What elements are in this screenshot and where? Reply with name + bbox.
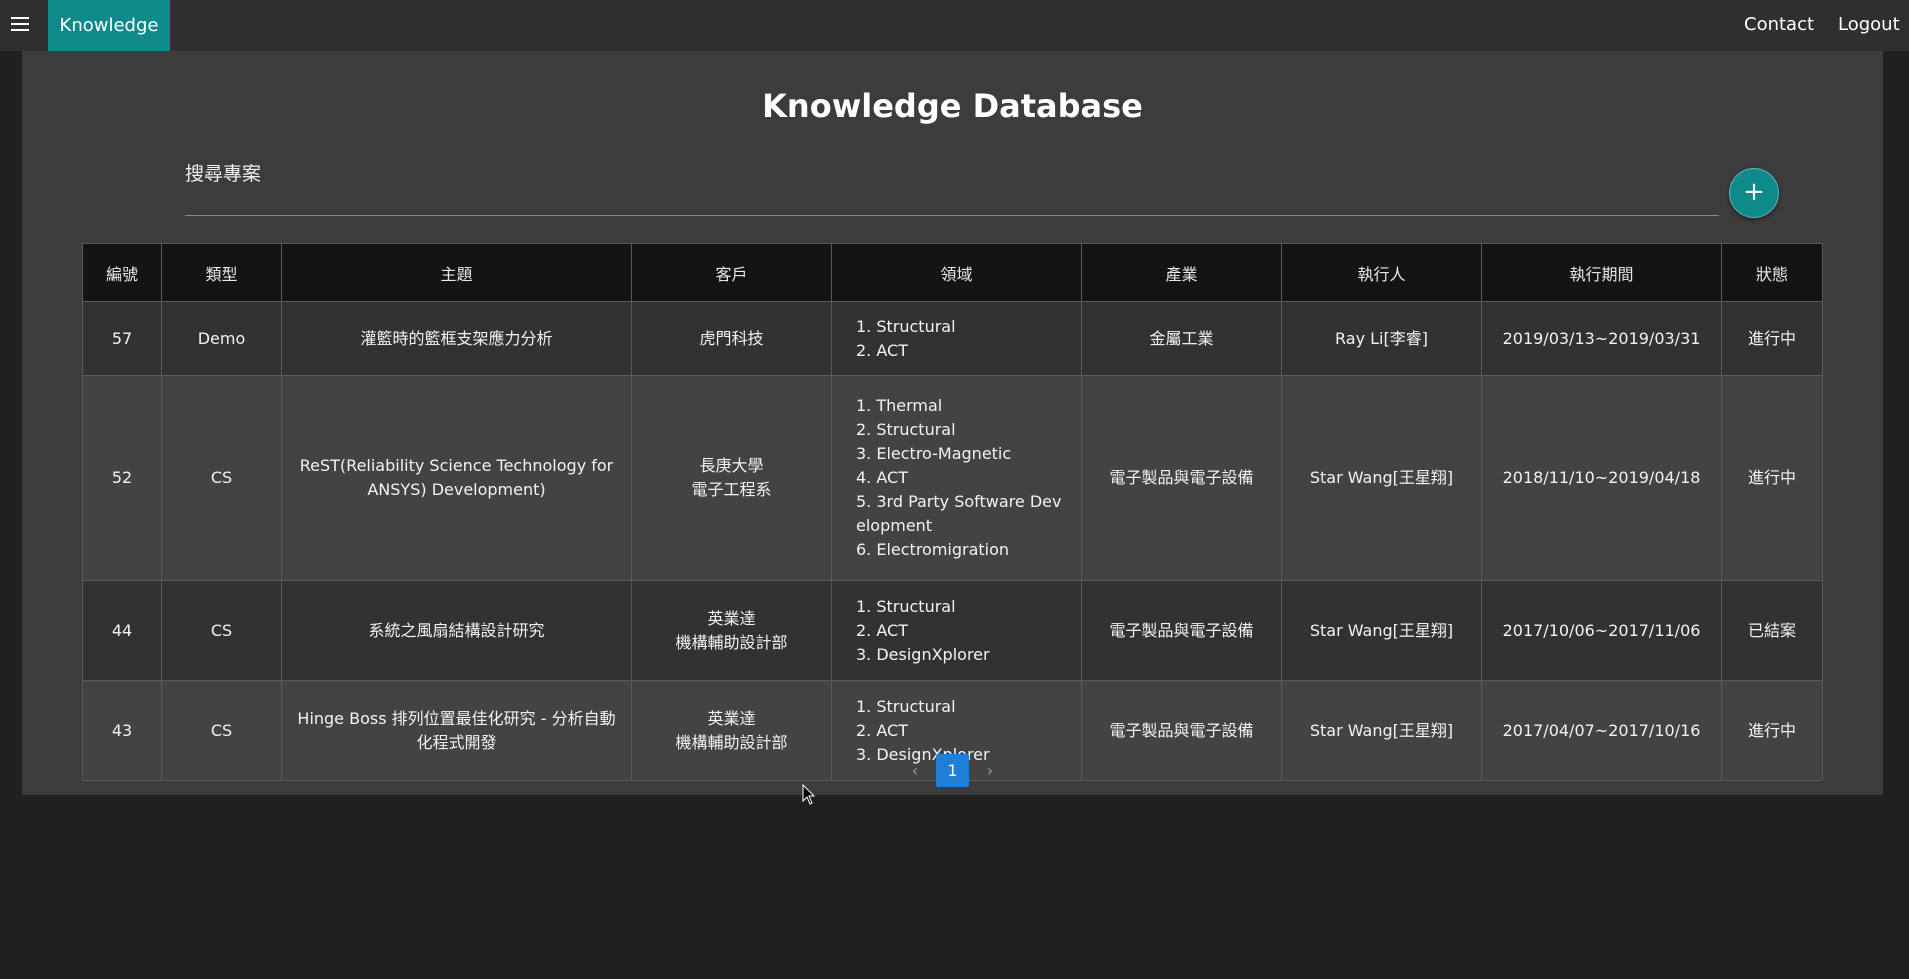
cell-domain: 1. Thermal 2. Structural 3. Electro-Magnet… — [831, 375, 1082, 581]
table-body: 57 Demo 灌籃時的籃框支架應力分析 虎門科技 1. Structural 2. AC… — [82, 301, 1823, 781]
header-executor: 執行人 — [1281, 243, 1482, 302]
header-domain: 領域 — [831, 243, 1082, 302]
cell-client: 長庚大學 電子工程系 — [631, 375, 832, 581]
search-label: 搜尋專案 — [185, 163, 262, 185]
domain-line: 2. ACT — [856, 340, 908, 360]
contact-link[interactable]: Contact — [1744, 0, 1814, 49]
client-line: 機構輔助設計部 — [675, 632, 788, 652]
header-status: 狀態 — [1721, 243, 1823, 302]
main-panel: Knowledge Database 搜尋專案 + 編號 類型 主題 客戶 領域 產業 執行… — [22, 51, 1883, 795]
cell-type: CS — [161, 580, 282, 681]
cell-client: 英業達機構輔助設計部 — [631, 580, 832, 681]
domain-line: 3. Electro-Magnetic — [856, 444, 1012, 463]
domain-line: 6. Electromigration — [856, 540, 1010, 559]
hamburger-menu-icon[interactable] — [8, 12, 32, 36]
next-page-icon[interactable]: › — [975, 761, 1005, 780]
cell-domain: 1. Structural 2. ACT 3. DesignXplorer — [831, 580, 1082, 681]
domain-line: 1. Structural — [856, 596, 956, 616]
header-period: 執行期間 — [1481, 243, 1722, 302]
domain-line: 2. ACT — [856, 720, 908, 740]
pagination: ‹ 1 › — [22, 754, 1883, 787]
table-row[interactable]: 44 CS 系統之風扇結構設計研究 英業達 機構輔助設計部 1. Structural 2.… — [82, 580, 1823, 681]
cell-topic: 灌籃時的籃框支架應力分析 — [281, 301, 632, 376]
cell-topic: ReST(Reliability Science Technology for … — [281, 375, 632, 581]
table-row[interactable]: 52 CS ReST(Reliability Science Technology … — [82, 375, 1823, 581]
cell-id: 52 — [82, 375, 162, 581]
domain-line: 3. DesignXplorer — [856, 644, 990, 664]
domain-line: 4. ACT — [856, 468, 908, 487]
header-industry: 產業 — [1081, 243, 1282, 302]
logout-link[interactable]: Logout — [1838, 0, 1900, 49]
cell-industry: 電子製品與電子設備 — [1081, 375, 1282, 581]
cell-executor: Star Wang[王星翔] — [1281, 580, 1482, 681]
projects-table: 編號 類型 主題 客戶 領域 產業 執行人 執行期間 狀態 57 Demo 灌籃時的籃框支架應力分析… — [82, 243, 1823, 781]
header-topic: 主題 — [281, 243, 632, 302]
domain-line: 1. Thermal — [856, 396, 943, 415]
client-line: 電子工程系 — [691, 480, 772, 499]
brand-knowledge-link[interactable]: Knowledge — [48, 0, 170, 51]
page-title: Knowledge Database — [762, 87, 1143, 125]
cell-domain: 1. Structural 2. ACT — [831, 301, 1082, 376]
cell-type: CS — [161, 375, 282, 581]
cell-industry: 金屬工業 — [1081, 301, 1282, 376]
domain-line: 1. Structural — [856, 316, 956, 336]
table-row[interactable]: 57 Demo 灌籃時的籃框支架應力分析 虎門科技 1. Structural 2. AC… — [82, 301, 1823, 376]
top-navbar: Knowledge Contact Logout — [0, 0, 1909, 51]
header-client: 客戶 — [631, 243, 832, 302]
prev-page-icon[interactable]: ‹ — [900, 761, 930, 780]
cell-period: 2018/11/10~2019/04/18 — [1481, 375, 1722, 581]
domain-line: 2. ACT — [856, 620, 908, 640]
add-project-button[interactable]: + — [1729, 168, 1779, 218]
search-input[interactable] — [185, 191, 1719, 216]
page-number-current[interactable]: 1 — [936, 754, 969, 787]
cell-status: 已結案 — [1721, 580, 1823, 681]
domain-line: 5. 3rd Party Software Development — [856, 492, 1062, 535]
cell-status: 進行中 — [1721, 375, 1823, 581]
table-header-row: 編號 類型 主題 客戶 領域 產業 執行人 執行期間 狀態 — [82, 243, 1823, 302]
client-line: 虎門科技 — [699, 328, 764, 348]
domain-line: 2. Structural — [856, 420, 956, 439]
plus-icon: + — [1743, 177, 1765, 207]
client-line: 英業達 — [707, 608, 756, 628]
header-id: 編號 — [82, 243, 162, 302]
cell-id: 57 — [82, 301, 162, 376]
cell-executor: Ray Li[李睿] — [1281, 301, 1482, 376]
cell-period: 2017/10/06~2017/11/06 — [1481, 580, 1722, 681]
cell-status: 進行中 — [1721, 301, 1823, 376]
cell-topic: 系統之風扇結構設計研究 — [281, 580, 632, 681]
client-line: 長庚大學 — [699, 456, 764, 475]
cell-type: Demo — [161, 301, 282, 376]
header-type: 類型 — [161, 243, 282, 302]
domain-line: 1. Structural — [856, 696, 956, 716]
cell-id: 44 — [82, 580, 162, 681]
client-line: 機構輔助設計部 — [675, 732, 788, 752]
cell-period: 2019/03/13~2019/03/31 — [1481, 301, 1722, 376]
cell-industry: 電子製品與電子設備 — [1081, 580, 1282, 681]
client-line: 英業達 — [707, 708, 756, 728]
cell-client: 虎門科技 — [631, 301, 832, 376]
mouse-cursor-icon — [802, 784, 816, 805]
cell-executor: Star Wang[王星翔] — [1281, 375, 1482, 581]
